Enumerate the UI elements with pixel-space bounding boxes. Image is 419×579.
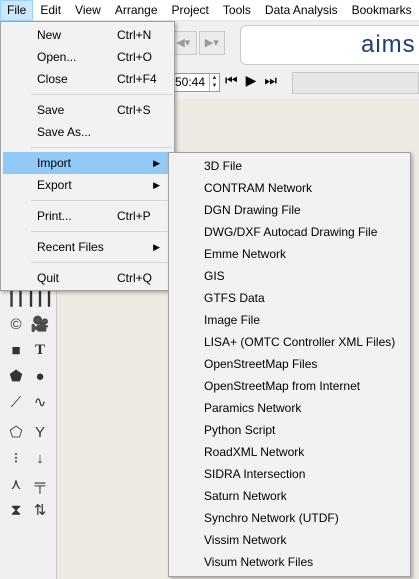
shortcut-label: Ctrl+N bbox=[117, 28, 152, 42]
menu-item-label: Print... bbox=[37, 209, 72, 223]
node-polygon-tool-icon[interactable]: ⬠ bbox=[6, 422, 26, 442]
menu-item-save-as[interactable]: Save As... bbox=[3, 121, 172, 143]
import-item-synchro-network[interactable]: Synchro Network (UTDF) bbox=[171, 507, 408, 529]
forward-icon[interactable]: ▶▾ bbox=[198, 31, 225, 55]
menu-file[interactable]: File bbox=[0, 0, 34, 21]
menu-separator bbox=[31, 231, 172, 232]
camera-tool-icon[interactable]: 🎥 bbox=[30, 314, 50, 334]
pentagon-tool-icon[interactable]: ⬟ bbox=[6, 366, 26, 386]
import-item-contram-network[interactable]: CONTRAM Network bbox=[171, 177, 408, 199]
import-item-openstreetmap-files[interactable]: OpenStreetMap Files bbox=[171, 353, 408, 375]
menu-item-new[interactable]: New Ctrl+N bbox=[3, 24, 172, 46]
menu-item-label: Import bbox=[37, 156, 72, 170]
spin-icon[interactable]: ▲ ▼ bbox=[209, 74, 219, 91]
import-item-vissim-network[interactable]: Vissim Network bbox=[171, 529, 408, 551]
menu-edit[interactable]: Edit bbox=[33, 0, 68, 21]
submenu-arrow-icon: ▶ bbox=[153, 242, 160, 252]
timeline-slider[interactable] bbox=[292, 72, 419, 94]
menu-item-label: Quit bbox=[37, 271, 60, 285]
menu-separator bbox=[31, 147, 172, 148]
menu-item-label: Open... bbox=[37, 50, 77, 64]
bridge-tool-icon[interactable]: ╤ bbox=[30, 474, 50, 494]
import-item-python-script[interactable]: Python Script bbox=[171, 419, 408, 441]
logo-box: aims bbox=[240, 25, 419, 65]
transform-tool-icon[interactable]: ⇅ bbox=[30, 500, 50, 520]
menu-separator bbox=[31, 262, 172, 263]
hourglass-tool-icon[interactable]: ⧗ bbox=[6, 500, 26, 520]
menu-item-import[interactable]: Import ▶ bbox=[3, 152, 172, 174]
import-item-sidra-intersection[interactable]: SIDRA Intersection bbox=[171, 463, 408, 485]
shortcut-label: Ctrl+P bbox=[117, 209, 151, 223]
skip-back-icon[interactable]: ⏮ bbox=[225, 72, 238, 89]
menu-item-label: New bbox=[37, 28, 62, 42]
play-icon[interactable]: ▶ bbox=[246, 72, 257, 89]
fence-tool-icon[interactable]: ┃┃ bbox=[6, 288, 26, 308]
menu-item-open[interactable]: Open... Ctrl+O bbox=[3, 46, 172, 68]
import-item-openstreetmap-internet[interactable]: OpenStreetMap from Internet bbox=[171, 375, 408, 397]
menu-item-close[interactable]: Close Ctrl+F4 bbox=[3, 68, 172, 90]
menu-item-export[interactable]: Export ▶ bbox=[3, 174, 172, 196]
pin-tool-icon[interactable]: ↓ bbox=[30, 448, 50, 468]
file-menu: New Ctrl+N Open... Ctrl+O Close Ctrl+F4 … bbox=[0, 21, 175, 291]
import-submenu: 3D File CONTRAM Network DGN Drawing File… bbox=[168, 152, 411, 577]
shortcut-label: Ctrl+F4 bbox=[117, 72, 157, 86]
menu-view[interactable]: View bbox=[68, 0, 108, 21]
menu-item-label: Close bbox=[37, 72, 68, 86]
menu-data-analysis[interactable]: Data Analysis bbox=[258, 0, 345, 21]
import-item-saturn-network[interactable]: Saturn Network bbox=[171, 485, 408, 507]
point-tool-icon[interactable]: ⁝ bbox=[6, 448, 26, 468]
menu-tools[interactable]: Tools bbox=[216, 0, 258, 21]
shortcut-label: Ctrl+S bbox=[117, 103, 151, 117]
submenu-arrow-icon: ▶ bbox=[153, 180, 160, 190]
menu-item-print[interactable]: Print... Ctrl+P bbox=[3, 205, 172, 227]
shortcut-label: Ctrl+Q bbox=[117, 271, 153, 285]
import-item-image-file[interactable]: Image File bbox=[171, 309, 408, 331]
menu-item-label: Recent Files bbox=[37, 240, 104, 254]
curve-tool-icon[interactable]: ∿ bbox=[30, 392, 50, 412]
import-item-gtfs-data[interactable]: GTFS Data bbox=[171, 287, 408, 309]
menu-separator bbox=[31, 94, 172, 95]
cube-tool-icon[interactable]: ■ bbox=[6, 340, 26, 360]
import-item-visum-network-files[interactable]: Visum Network Files bbox=[171, 551, 408, 573]
submenu-arrow-icon: ▶ bbox=[153, 158, 160, 168]
menu-arrange[interactable]: Arrange bbox=[108, 0, 165, 21]
menu-item-recent-files[interactable]: Recent Files ▶ bbox=[3, 236, 172, 258]
menu-item-label: Export bbox=[37, 178, 72, 192]
menu-item-save[interactable]: Save Ctrl+S bbox=[3, 99, 172, 121]
skip-forward-icon[interactable]: ⏭ bbox=[264, 72, 277, 89]
copyright-tool-icon[interactable]: © bbox=[6, 314, 26, 334]
polyline-tool-icon[interactable]: ⟋ bbox=[6, 392, 26, 412]
import-item-3d-file[interactable]: 3D File bbox=[171, 155, 408, 177]
menu-item-quit[interactable]: Quit Ctrl+Q bbox=[3, 267, 172, 289]
time-field[interactable]: 50:44 ▲ ▼ bbox=[172, 73, 220, 92]
import-item-gis[interactable]: GIS bbox=[171, 265, 408, 287]
menu-item-label: Save bbox=[37, 103, 65, 117]
barrier-tool-icon[interactable]: ┃┃┃ bbox=[26, 288, 53, 308]
import-item-dgn-drawing[interactable]: DGN Drawing File bbox=[171, 199, 408, 221]
menu-item-label: Save As... bbox=[37, 125, 92, 139]
circle-tool-icon[interactable]: ● bbox=[30, 366, 50, 386]
menu-bar: File Edit View Arrange Project Tools Dat… bbox=[0, 0, 419, 21]
shortcut-label: Ctrl+O bbox=[117, 50, 153, 64]
menu-separator bbox=[31, 200, 172, 201]
navigation-buttons: ◀▾ ▶▾ bbox=[170, 31, 225, 55]
menu-bookmarks[interactable]: Bookmarks bbox=[345, 0, 419, 21]
menu-project[interactable]: Project bbox=[165, 0, 216, 21]
junction-tool-icon[interactable]: Y bbox=[30, 422, 50, 442]
split-tool-icon[interactable]: ⋏ bbox=[6, 474, 26, 494]
app-logo: aims bbox=[361, 31, 416, 58]
import-item-emme-network[interactable]: Emme Network bbox=[171, 243, 408, 265]
time-value: 50:44 bbox=[175, 75, 206, 89]
import-item-roadxml-network[interactable]: RoadXML Network bbox=[171, 441, 408, 463]
playback-controls: ⏮ ▶ ⏭ bbox=[225, 72, 277, 89]
import-item-lisa[interactable]: LISA+ (OMTC Controller XML Files) bbox=[171, 331, 408, 353]
import-item-dwg-dxf[interactable]: DWG/DXF Autocad Drawing File bbox=[171, 221, 408, 243]
import-item-paramics-network[interactable]: Paramics Network bbox=[171, 397, 408, 419]
text-tool-icon[interactable]: T bbox=[30, 340, 50, 360]
